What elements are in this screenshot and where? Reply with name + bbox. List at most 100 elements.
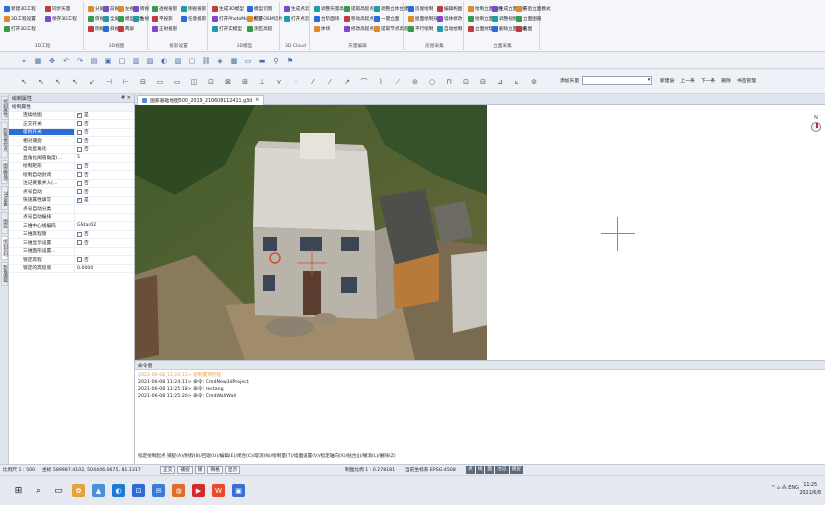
snap-tag[interactable]: 面 bbox=[485, 466, 495, 474]
ribbon-item[interactable]: 移动高程点 bbox=[344, 14, 374, 23]
property-row[interactable]: 三维面形设置... bbox=[9, 247, 134, 256]
arrow-icon[interactable]: ↗ bbox=[343, 78, 351, 86]
property-value[interactable]: 0.0000 bbox=[74, 264, 134, 272]
ribbon-item[interactable]: 打开实模型 bbox=[212, 24, 242, 33]
select-node-icon[interactable]: ↖ bbox=[37, 78, 45, 86]
property-row[interactable]: 自动直角化 否 bbox=[9, 145, 134, 154]
ribbon-item[interactable]: 新建3D工程 bbox=[4, 4, 36, 13]
undo-icon[interactable]: ↶ bbox=[62, 57, 70, 65]
property-row[interactable]: 直角化阈值角度(... 5 bbox=[9, 154, 134, 163]
vertical-tab[interactable]: 绘制属性 bbox=[1, 96, 8, 120]
property-value[interactable]: 5 bbox=[74, 154, 134, 162]
triangle-icon[interactable]: ⊿ bbox=[496, 78, 504, 86]
copy-icon[interactable]: ⊡ bbox=[207, 78, 215, 86]
point-icon[interactable]: · bbox=[292, 78, 300, 86]
ribbon-item[interactable]: 立面图册 bbox=[516, 14, 541, 23]
checkbox-unchecked[interactable] bbox=[77, 138, 82, 144]
3d-icon[interactable]: ◈ bbox=[216, 57, 224, 65]
property-value[interactable]: ✓ 是 bbox=[74, 111, 134, 119]
status-toggle-button[interactable]: 锁 bbox=[194, 466, 206, 474]
ribbon-item[interactable]: 房屋绘制 bbox=[408, 4, 433, 13]
ribbon-item[interactable]: 调整视频 bbox=[492, 14, 517, 23]
pan-icon[interactable]: ✥ bbox=[48, 57, 56, 65]
system-tray[interactable]: ^ ⌂ ⁂ ENG bbox=[771, 485, 799, 491]
select-line-icon[interactable]: ↖ bbox=[54, 78, 62, 86]
ribbon-item[interactable]: 同步矢量 bbox=[45, 4, 70, 13]
perpendicular-icon[interactable]: ⊥ bbox=[258, 78, 266, 86]
extend-icon[interactable]: ⊢ bbox=[122, 78, 130, 86]
close-icon[interactable]: × bbox=[255, 98, 259, 103]
checkbox-unchecked[interactable] bbox=[77, 129, 82, 135]
ribbon-item[interactable]: 生成3D模型 bbox=[212, 4, 244, 13]
property-row[interactable]: 点号自动分类 bbox=[9, 205, 134, 214]
compass-icon[interactable]: N bbox=[809, 115, 823, 139]
paste-icon[interactable]: ▢ bbox=[188, 57, 196, 65]
ribbon-item[interactable]: 任意投影 bbox=[181, 14, 206, 23]
property-row[interactable]: 注记要素并入(... 否 bbox=[9, 179, 134, 188]
property-value[interactable]: 否 bbox=[74, 137, 134, 145]
snap-tag[interactable]: 点 bbox=[466, 466, 475, 474]
layer-select[interactable]: ▾ bbox=[582, 76, 653, 85]
toolbar-action-button[interactable]: 下一条 bbox=[701, 77, 715, 84]
rect-icon[interactable]: ▭ bbox=[156, 78, 164, 86]
ribbon-item[interactable]: 侧视 bbox=[88, 24, 104, 33]
property-row[interactable]: 快速属性填写 ✓ 是 bbox=[9, 196, 134, 205]
circle-cut-icon[interactable]: ⊘ bbox=[411, 78, 419, 86]
toolbar-action-button[interactable]: 删除 bbox=[721, 77, 731, 84]
ribbon-item[interactable]: 打开3D工程 bbox=[4, 24, 36, 33]
fold-icon[interactable]: ⋎ bbox=[275, 78, 283, 86]
ribbon-item[interactable]: 台阶面块 bbox=[314, 14, 339, 23]
ribbon-item[interactable]: 提取节点高程 bbox=[374, 24, 409, 33]
property-value[interactable]: 否 bbox=[74, 145, 134, 153]
status-toggle-button[interactable]: 捕捉 bbox=[177, 466, 193, 474]
office-icon[interactable]: W bbox=[212, 484, 225, 497]
vertical-tab[interactable]: 3D设置 bbox=[1, 186, 8, 210]
link-icon[interactable]: ⛓ bbox=[202, 57, 211, 65]
checkbox-unchecked[interactable] bbox=[77, 257, 82, 263]
app1-icon[interactable]: ✿ bbox=[72, 484, 85, 497]
ribbon-item[interactable]: 全屏 bbox=[103, 14, 119, 23]
property-value[interactable] bbox=[74, 205, 134, 213]
checkbox-unchecked[interactable] bbox=[77, 163, 82, 169]
property-value[interactable]: 否 bbox=[74, 230, 134, 238]
vertical-tab[interactable]: 图层管理 bbox=[1, 160, 8, 184]
ribbon-item[interactable]: 提取高程点 bbox=[344, 4, 374, 13]
rect3-icon[interactable]: ⊓ bbox=[445, 78, 453, 86]
app3-icon[interactable]: ▣ bbox=[232, 484, 245, 497]
property-value[interactable]: ✓ 是 bbox=[74, 196, 134, 204]
ribbon-item[interactable]: 3D工程设置 bbox=[4, 14, 36, 23]
property-row[interactable]: 三维显示设置 否 bbox=[9, 239, 134, 248]
ribbon-item[interactable]: 修改高程点 bbox=[344, 24, 374, 33]
ribbon-item[interactable]: 自动绘制 bbox=[437, 24, 462, 33]
property-value[interactable]: 否 bbox=[74, 128, 134, 136]
3d-viewport[interactable]: N bbox=[135, 105, 825, 360]
frame-icon[interactable]: ⊟ bbox=[479, 78, 487, 86]
checkbox-unchecked[interactable] bbox=[77, 121, 82, 127]
vertical-tab[interactable]: 绘制控制 bbox=[1, 236, 8, 260]
property-row[interactable]: 锁定高程 否 bbox=[9, 256, 134, 265]
property-value[interactable]: 否 bbox=[74, 239, 134, 247]
cursor-icon[interactable]: ⌖ bbox=[20, 57, 28, 65]
trim-icon[interactable]: ⊣ bbox=[105, 78, 113, 86]
app2-icon[interactable]: ▲ bbox=[92, 484, 105, 497]
ribbon-item[interactable]: 透视投影 bbox=[152, 4, 177, 13]
ribbon-item[interactable]: 调整立体台建 bbox=[374, 4, 409, 13]
redo-icon[interactable]: ↷ bbox=[76, 57, 84, 65]
panel-section[interactable]: 绘制属性 bbox=[9, 103, 134, 112]
clock[interactable]: 11:25 2021/6/8 bbox=[799, 482, 821, 498]
ribbon-item[interactable]: 前视 bbox=[103, 4, 119, 13]
mail-icon[interactable]: ✉ bbox=[152, 484, 165, 497]
vertical-tab[interactable]: 影像/像控点 bbox=[1, 122, 8, 158]
arc-icon[interactable]: ⌒ bbox=[360, 78, 368, 86]
ribbon-item[interactable]: 体块 bbox=[314, 24, 330, 33]
ribbon-item[interactable]: 打开OSM切片 bbox=[247, 14, 283, 23]
checkbox-checked[interactable]: ✓ bbox=[77, 197, 82, 203]
polygon-icon[interactable]: ◫ bbox=[190, 78, 198, 86]
grid-icon[interactable]: ▦ bbox=[34, 57, 42, 65]
image-icon[interactable]: ▨ bbox=[146, 57, 154, 65]
checkbox-unchecked[interactable] bbox=[77, 231, 82, 237]
ribbon-item[interactable]: 分屏 bbox=[88, 4, 104, 13]
chart-icon[interactable]: ▧ bbox=[174, 57, 182, 65]
ribbon-item[interactable]: 俯视 bbox=[133, 4, 149, 13]
ribbon-item[interactable]: 打开点云 bbox=[284, 14, 309, 23]
